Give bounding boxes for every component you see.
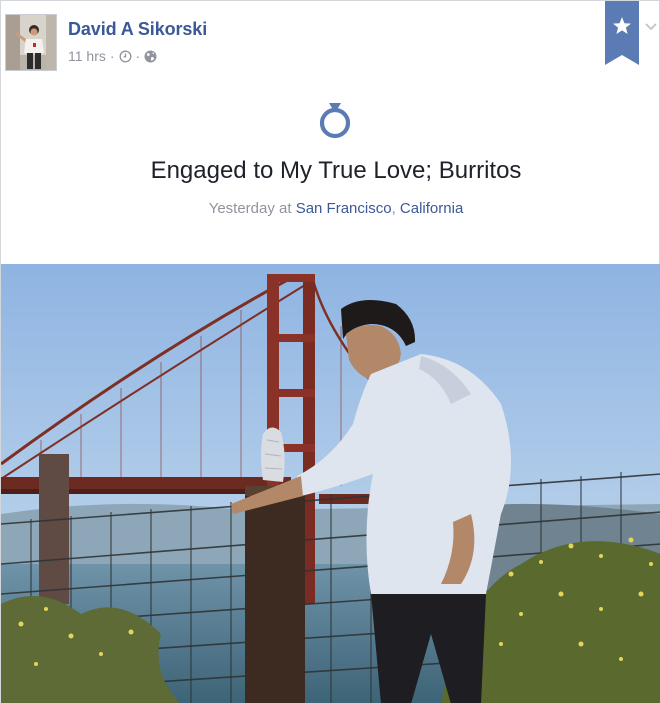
- clock-icon: [119, 50, 132, 63]
- meta-separator: ·: [135, 48, 141, 64]
- chevron-down-icon[interactable]: [644, 19, 658, 33]
- life-event-title: Engaged to My True Love; Burritos: [150, 157, 522, 184]
- ring-icon: [318, 101, 352, 139]
- post-header: David A Sikorski 11 hrs · ·: [1, 1, 659, 75]
- place-link[interactable]: San Francisco: [296, 200, 392, 217]
- post-photo[interactable]: [1, 264, 660, 703]
- life-event-when: Yesterday at: [208, 200, 292, 217]
- post-timestamp[interactable]: 11 hrs: [68, 48, 106, 64]
- bookmark-ribbon[interactable]: [605, 1, 639, 65]
- life-event-details: Yesterday at San Francisco, California: [1, 200, 660, 217]
- meta-separator: ·: [109, 48, 115, 64]
- post-meta: 11 hrs · ·: [68, 48, 157, 64]
- post-card: David A Sikorski 11 hrs · · Engaged to M…: [0, 0, 660, 703]
- region-link[interactable]: California: [400, 200, 463, 217]
- author-name[interactable]: David A Sikorski: [68, 19, 207, 40]
- place-comma: ,: [391, 200, 396, 217]
- globe-icon[interactable]: [144, 50, 157, 63]
- avatar[interactable]: [5, 14, 57, 71]
- life-event: Engaged to My True Love; Burritos Yester…: [1, 75, 659, 263]
